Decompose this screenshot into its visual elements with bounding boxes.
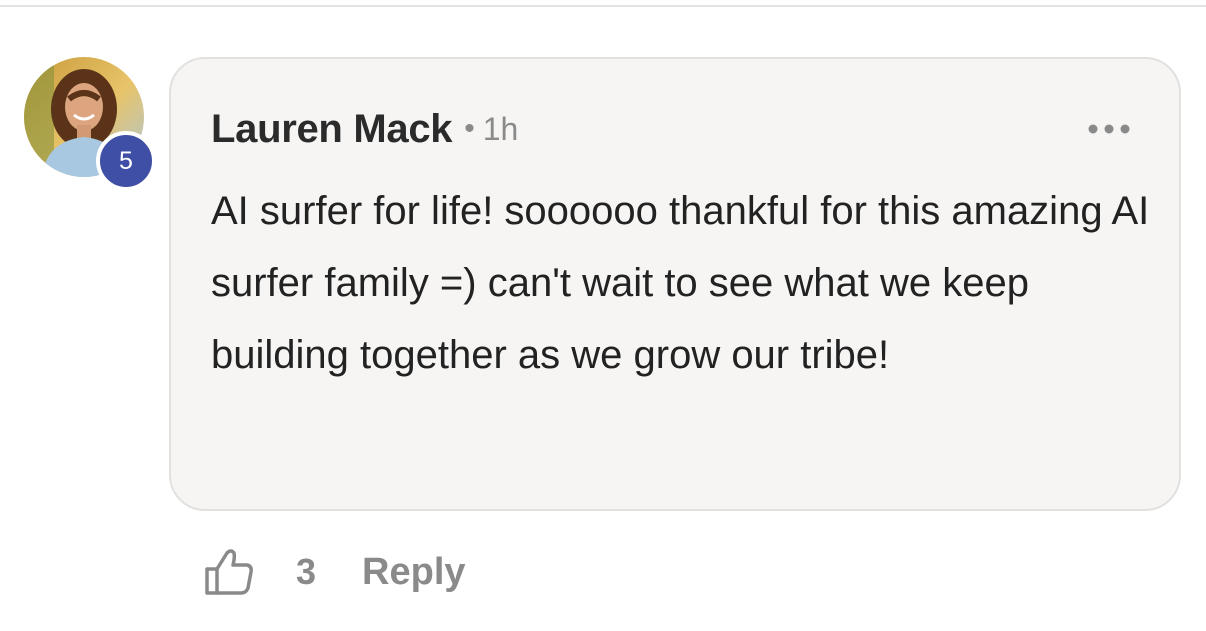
comment-header: Lauren Mack • 1h xyxy=(211,99,518,159)
author-name[interactable]: Lauren Mack xyxy=(211,107,453,152)
level-badge: 5 xyxy=(96,131,156,191)
comment-thread: 5 Lauren Mack • 1h AI surfer for life! s… xyxy=(0,0,1206,631)
comment-actions: 3 Reply xyxy=(200,540,466,604)
like-count: 3 xyxy=(296,551,317,592)
meta-separator: • xyxy=(464,112,475,145)
comment-body: AI surfer for life! soooooo thankful for… xyxy=(211,189,1150,377)
top-divider xyxy=(0,5,1206,7)
more-options-button[interactable] xyxy=(1079,111,1139,147)
more-horizontal-icon xyxy=(1088,124,1130,134)
timestamp: 1h xyxy=(482,110,519,147)
thumbs-up-icon xyxy=(205,549,253,595)
reply-button[interactable]: Reply xyxy=(362,551,465,594)
comment-bubble: Lauren Mack • 1h AI surfer for life! soo… xyxy=(169,57,1181,511)
like-button[interactable] xyxy=(200,543,258,601)
